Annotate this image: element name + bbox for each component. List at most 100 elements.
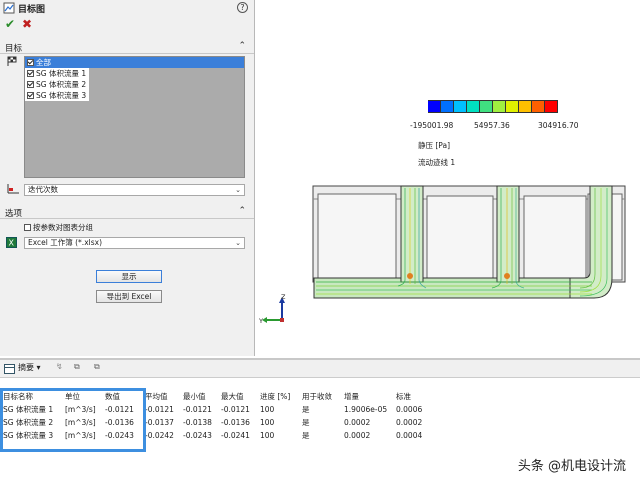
table-cell: 1.9006e-05 [344,405,388,414]
group-checkbox-label: 按参数对图表分组 [33,223,93,232]
table-cell: 0.0002 [344,431,371,440]
ok-button[interactable]: ✔ [5,17,15,31]
model-flow-trajectories [312,185,626,299]
refresh-icon[interactable]: ↯ [56,362,63,371]
table-cell: 是 [302,431,310,440]
table-cell: 是 [302,418,310,427]
legend-max: 304916.70 [538,121,579,130]
x-axis-icon [7,184,19,194]
table-cell: -0.0243 [183,431,212,440]
table-cell: -0.0241 [221,431,250,440]
targets-section-header[interactable]: 目标 ⌃ [0,41,254,54]
legend-color-swatch [532,101,545,112]
table-toolbar: 摘要 ▾ ↯ ⧉ ⧉ [0,360,640,378]
legend-color-swatch [493,101,506,112]
legend-color-swatch [467,101,480,112]
triad-z-label: Z [281,293,286,301]
table-cell: 100 [260,431,275,440]
legend-color-swatch [480,101,493,112]
list-item[interactable]: SG 体积流量 3 [25,90,89,101]
summary-label: 摘要 [18,363,34,372]
cancel-button[interactable]: ✖ [22,17,32,31]
table-cell: 0.0006 [396,405,423,414]
legend-title: 静压 [Pa] [418,141,451,150]
table-cell: 0.0002 [396,418,423,427]
pressure-legend-bar [428,100,558,113]
column-header[interactable]: 平均值 [144,390,182,403]
property-manager: 目标图 ? ✔ ✖ 目标 ⌃ 全部 SG 体积流量 1 SG 体积流量 2 SG… [0,0,255,356]
panel-title: 目标图 [18,4,46,15]
column-header[interactable]: 进度 [%] [259,390,301,403]
goals-table-panel: 摘要 ▾ ↯ ⧉ ⧉ 目标名称 单位 数值 平均值 最小值 最大值 进度 [%]… [0,358,640,486]
panel-header: 目标图 ? [0,0,254,16]
checkbox[interactable] [27,70,34,77]
x-axis-dropdown[interactable]: 迭代次数 ⌄ [24,184,245,196]
table-cell: 100 [260,418,275,427]
legend-color-swatch [441,101,454,112]
export-format-dropdown[interactable]: Excel 工作簿 (*.xlsx) ⌄ [24,237,245,249]
view-triad [262,297,285,323]
x-axis-value: 迭代次数 [28,185,58,194]
legend-color-swatch [454,101,467,112]
group-by-parameter-option[interactable]: 按参数对图表分组 [24,222,93,233]
table-cell: 是 [302,405,310,414]
list-item-label: 全部 [36,58,51,67]
table-cell: -0.0121 [221,405,250,414]
checkbox[interactable] [24,224,31,231]
column-header[interactable]: 增量 [343,390,395,403]
export-format-value: Excel 工作簿 (*.xlsx) [28,238,102,247]
legend-color-swatch [428,101,441,112]
collapse-icon[interactable]: ⌃ [238,41,246,51]
column-header[interactable]: 用于收敛 [301,390,343,403]
table-cell: 0.0002 [344,418,371,427]
column-header[interactable]: 最大值 [220,390,259,403]
list-item[interactable]: SG 体积流量 1 [25,68,89,79]
svg-text:X: X [9,239,15,248]
options-section-label: 选项 [5,209,23,219]
legend-color-swatch [506,101,519,112]
show-button[interactable]: 显示 [96,270,162,283]
legend-subtitle: 流动迹线 1 [418,158,456,167]
legend-mid: 54957.36 [474,121,510,130]
checkbox[interactable] [27,81,34,88]
help-icon[interactable]: ? [237,2,248,13]
checkbox[interactable] [27,92,34,99]
paste-icon[interactable]: ⧉ [94,362,100,372]
checkbox[interactable] [27,59,34,66]
graphics-view[interactable]: -195001.98 54957.36 304916.70 静压 [Pa] 流动… [256,0,640,356]
triad-y-label: Y [259,317,263,325]
summary-dropdown[interactable]: 摘要 ▾ [18,362,41,373]
list-item-all[interactable]: 全部 [25,57,244,68]
watermark: 头条 @机电设计流 [517,459,626,474]
flag-icon [7,56,17,66]
copy-icon[interactable]: ⧉ [74,362,80,372]
export-excel-button[interactable]: 导出到 Excel [96,290,162,303]
goal-plot-icon [3,2,15,14]
column-header[interactable]: 最小值 [182,390,220,403]
table-cell: 100 [260,405,275,414]
excel-icon: X [6,237,17,248]
list-item-label: SG 体积流量 3 [36,91,87,100]
options-section-header[interactable]: 选项 ⌃ [0,206,254,219]
list-item[interactable]: SG 体积流量 2 [25,79,89,90]
legend-color-swatch [519,101,532,112]
legend-min: -195001.98 [410,121,454,130]
table-cell: -0.0242 [145,431,174,440]
highlight-box [0,388,146,452]
collapse-icon[interactable]: ⌃ [238,206,246,216]
table-cell: -0.0121 [145,405,174,414]
table-cell: -0.0137 [145,418,174,427]
targets-section-label: 目标 [5,44,23,54]
table-cell: 0.0004 [396,431,423,440]
legend-color-swatch [545,101,558,112]
list-item-label: SG 体积流量 2 [36,80,87,89]
table-cell: -0.0138 [183,418,212,427]
table-cell: -0.0121 [183,405,212,414]
list-item-label: SG 体积流量 1 [36,69,87,78]
targets-list[interactable]: 全部 SG 体积流量 1 SG 体积流量 2 SG 体积流量 3 [24,56,245,178]
chevron-down-icon: ⌄ [235,239,241,247]
table-icon [4,364,15,374]
table-cell: -0.0136 [221,418,250,427]
chevron-down-icon: ⌄ [235,186,241,194]
column-header[interactable]: 标准 [395,390,431,403]
